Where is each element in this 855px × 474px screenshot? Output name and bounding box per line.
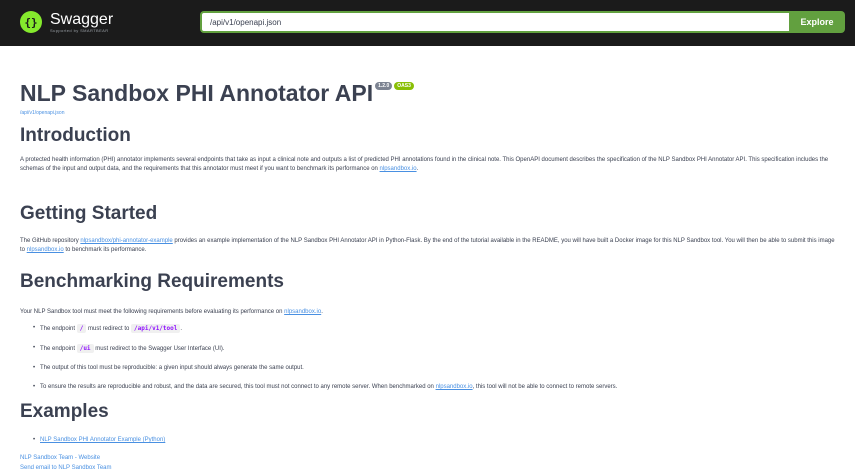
r2-b: must redirect to the Swagger User Interf…	[93, 346, 225, 352]
oas-badge: OAS3	[394, 82, 414, 90]
logo-text: Swagger Supported by SMARTBEAR	[50, 10, 114, 33]
examples-heading: Examples	[20, 401, 109, 422]
benchmarking-intro-end: .	[321, 309, 323, 315]
page-title: NLP Sandbox PHI Annotator API	[20, 80, 374, 106]
title-row: NLP Sandbox PHI Annotator API 1.2.0 OAS3	[20, 80, 835, 107]
r1-b: must redirect to	[86, 326, 132, 332]
logo-sub: Supported by SMARTBEAR	[50, 27, 109, 33]
spec-link[interactable]: /api/v1/openapi.json	[20, 110, 835, 116]
swagger-logo-icon: {}	[20, 11, 42, 33]
swagger-logo[interactable]: {} Swagger Supported by SMARTBEAR	[20, 11, 113, 33]
introduction-body: A protected health information (PHI) ann…	[20, 157, 829, 172]
r2-a: The endpoint	[40, 346, 77, 352]
benchmarking-intro: Your NLP Sandbox tool must meet the foll…	[20, 308, 835, 317]
gs-text-1: The GitHub repository	[20, 238, 81, 244]
topbar: {} Swagger Supported by SMARTBEAR /api/v…	[0, 0, 855, 46]
logo-name: Swagger	[50, 10, 114, 28]
introduction-heading: Introduction	[20, 125, 131, 146]
introduction-end: .	[416, 166, 419, 172]
team-website-link[interactable]: NLP Sandbox Team - Website	[20, 455, 100, 461]
getting-started-text: The GitHub repository nlpsandbox/phi-ann…	[20, 237, 835, 255]
code-ui: /ui	[76, 344, 94, 353]
list-item: To ensure the results are reproducible a…	[33, 383, 840, 392]
nlpsandbox-link[interactable]: nlpsandbox.io	[284, 309, 321, 315]
benchmarking-heading: Benchmarking Requirements	[20, 271, 284, 292]
r1-c: .	[180, 326, 183, 332]
gs-text-3: to benchmark its performance.	[63, 247, 147, 253]
explore-button[interactable]: Explore	[789, 11, 845, 33]
nlpsandbox-link[interactable]: nlpsandbox.io	[27, 247, 64, 253]
examples-list: NLP Sandbox PHI Annotator Example (Pytho…	[20, 436, 840, 455]
nlpsandbox-link[interactable]: nlpsandbox.io	[380, 166, 417, 172]
requirements-list: The endpoint / must redirect to /api/v1/…	[20, 324, 840, 402]
repo-link[interactable]: nlpsandbox/phi-annotator-example	[80, 238, 172, 244]
benchmarking-intro-text: Your NLP Sandbox tool must meet the foll…	[20, 309, 285, 315]
list-item: The output of this tool must be reproduc…	[33, 364, 840, 373]
r4-a: To ensure the results are reproducible a…	[40, 384, 436, 390]
list-item: The endpoint /ui must redirect to the Sw…	[33, 344, 840, 354]
code-tool: /api/v1/tool	[131, 324, 181, 333]
code-root: /	[76, 324, 87, 333]
r3: The output of this tool must be reproduc…	[40, 365, 304, 371]
introduction-text: A protected health information (PHI) ann…	[20, 156, 835, 174]
r1-a: The endpoint	[40, 326, 77, 332]
nlpsandbox-link[interactable]: nlpsandbox.io	[436, 384, 473, 390]
spec-url-input[interactable]: /api/v1/openapi.json	[200, 11, 789, 33]
r4-b: , this tool will not be able to connect …	[472, 384, 618, 390]
main-content: NLP Sandbox PHI Annotator API 1.2.0 OAS3…	[20, 80, 835, 471]
list-item: The endpoint / must redirect to /api/v1/…	[33, 324, 840, 334]
list-item: NLP Sandbox PHI Annotator Example (Pytho…	[33, 436, 840, 445]
getting-started-heading: Getting Started	[20, 203, 158, 224]
team-email-link[interactable]: Send email to NLP Sandbox Team	[20, 465, 112, 471]
example-link[interactable]: NLP Sandbox PHI Annotator Example (Pytho…	[40, 437, 165, 443]
version-badge: 1.2.0	[375, 82, 393, 90]
